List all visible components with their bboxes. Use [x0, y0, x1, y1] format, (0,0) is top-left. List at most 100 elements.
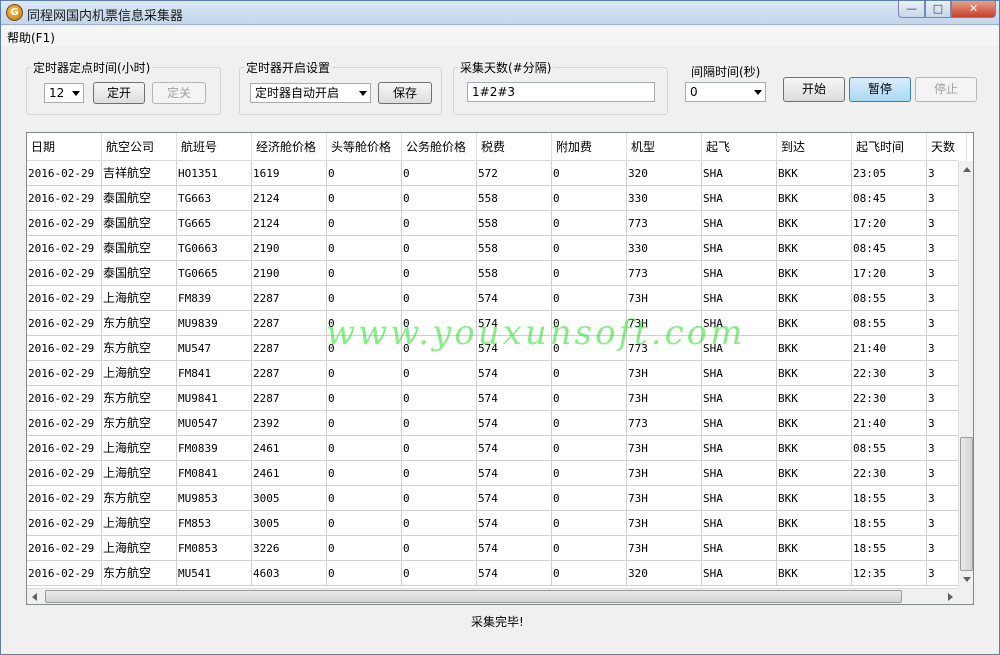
table-row[interactable]: 2016-02-29 上海航空 FM839 2287 0 0 574 0 73H SHA BKK 08…: [27, 286, 967, 311]
table-cell: 08:45: [852, 186, 927, 211]
table-cell: BKK: [777, 186, 852, 211]
column-header[interactable]: 到达: [777, 133, 852, 161]
table-row[interactable]: 2016-02-29 泰国航空 TG665 2124 0 0 558 0 773 SHA BKK 17…: [27, 211, 967, 236]
table-row[interactable]: 2016-02-29 上海航空 FM841 2287 0 0 574 0 73H SHA BKK 22…: [27, 361, 967, 386]
stop-button[interactable]: 停止: [915, 77, 977, 102]
table-row[interactable]: 2016-02-29 东方航空 MU0547 2392 0 0 574 0 773 SHA BKK 2…: [27, 411, 967, 436]
table-cell: 08:55: [852, 311, 927, 336]
table-cell: 574: [477, 436, 552, 461]
vertical-scrollbar[interactable]: [958, 161, 973, 588]
table-cell: SHA: [702, 211, 777, 236]
scroll-left-icon[interactable]: [32, 593, 37, 601]
table-cell: 0: [402, 361, 477, 386]
scroll-down-icon[interactable]: [963, 577, 971, 582]
save-button[interactable]: 保存: [378, 82, 432, 104]
column-header[interactable]: 公务舱价格: [402, 133, 477, 161]
table-cell: MU9841: [177, 386, 252, 411]
column-header[interactable]: 天数: [927, 133, 967, 161]
table-cell: SHA: [702, 386, 777, 411]
table-cell: 574: [477, 286, 552, 311]
table-cell: 3005: [252, 486, 327, 511]
interval-label: 间隔时间(秒): [691, 65, 761, 79]
horizontal-scrollbar[interactable]: [27, 588, 958, 604]
collect-days-group: 采集天数(#分隔) 1#2#3: [453, 59, 668, 115]
column-header[interactable]: 头等舱价格: [327, 133, 402, 161]
table-cell: 0: [327, 361, 402, 386]
table-cell: 0: [327, 161, 402, 186]
column-header[interactable]: 经济舱价格: [252, 133, 327, 161]
table-cell: BKK: [777, 361, 852, 386]
hour-select[interactable]: 12: [44, 83, 84, 103]
table-cell: 0: [327, 211, 402, 236]
scroll-up-icon[interactable]: [963, 167, 971, 172]
menu-help[interactable]: 帮助(F1): [7, 29, 55, 46]
table-cell: 2016-02-29: [27, 261, 102, 286]
timer-off-button[interactable]: 定关: [152, 82, 206, 104]
table-cell: 73H: [627, 436, 702, 461]
table-cell: BKK: [777, 286, 852, 311]
minimize-button[interactable]: —: [898, 1, 925, 18]
table-cell: 558: [477, 211, 552, 236]
column-header[interactable]: 起飞时间: [852, 133, 927, 161]
column-header[interactable]: 航空公司: [102, 133, 177, 161]
table-cell: 0: [402, 511, 477, 536]
table-cell: 320: [627, 561, 702, 586]
column-header[interactable]: 日期: [27, 133, 102, 161]
table-cell: 0: [552, 211, 627, 236]
table-cell: 2124: [252, 186, 327, 211]
maximize-button[interactable]: □: [925, 1, 951, 18]
table-cell: 泰国航空: [102, 236, 177, 261]
table-cell: 0: [552, 411, 627, 436]
timer-on-button[interactable]: 定开: [93, 82, 145, 104]
table-row[interactable]: 2016-02-29 上海航空 FM0841 2461 0 0 574 0 73H SHA BKK 2…: [27, 461, 967, 486]
collect-days-input[interactable]: 1#2#3: [467, 82, 655, 102]
status-text: 采集完毕!: [471, 615, 524, 629]
table-cell: TG665: [177, 211, 252, 236]
column-header[interactable]: 机型: [627, 133, 702, 161]
table-cell: 东方航空: [102, 561, 177, 586]
interval-select[interactable]: 0: [685, 82, 766, 102]
horizontal-scroll-thumb[interactable]: [45, 590, 902, 603]
scroll-right-icon[interactable]: [948, 593, 953, 601]
close-button[interactable]: ✕: [951, 1, 996, 18]
table-cell: 0: [552, 536, 627, 561]
timer-mode-select[interactable]: 定时器自动开启: [250, 83, 371, 103]
table-row[interactable]: 2016-02-29 吉祥航空 HO1351 1619 0 0 572 0 320 SHA BKK 2…: [27, 161, 967, 186]
table-row[interactable]: 2016-02-29 上海航空 FM0839 2461 0 0 574 0 73H SHA BKK 0…: [27, 436, 967, 461]
table-cell: 3005: [252, 511, 327, 536]
table-cell: 73H: [627, 461, 702, 486]
column-header[interactable]: 航班号: [177, 133, 252, 161]
column-header[interactable]: 税费: [477, 133, 552, 161]
table-cell: 0: [327, 261, 402, 286]
table-cell: 0: [402, 461, 477, 486]
table-cell: SHA: [702, 486, 777, 511]
table-row[interactable]: 2016-02-29 泰国航空 TG0663 2190 0 0 558 0 330 SHA BKK 0…: [27, 236, 967, 261]
table-cell: TG0663: [177, 236, 252, 261]
table-row[interactable]: 2016-02-29 东方航空 MU9841 2287 0 0 574 0 73H SHA BKK 2…: [27, 386, 967, 411]
table-row[interactable]: 2016-02-29 泰国航空 TG0665 2190 0 0 558 0 773 SHA BKK 1…: [27, 261, 967, 286]
column-header[interactable]: 附加费: [552, 133, 627, 161]
table-cell: 0: [402, 486, 477, 511]
flight-data-grid[interactable]: 日期 航空公司 航班号 经济舱价格 头等舱价格 公务舱价格 税费 附加费 机型 起飞 到达 起飞时间天…: [26, 132, 974, 605]
table-cell: 0: [402, 386, 477, 411]
table-row[interactable]: 2016-02-29 上海航空 FM0853 3226 0 0 574 0 73H SHA BKK 1…: [27, 536, 967, 561]
table-cell: 2016-02-29: [27, 211, 102, 236]
table-cell: 2016-02-29: [27, 286, 102, 311]
table-cell: 73H: [627, 486, 702, 511]
table-cell: 3226: [252, 536, 327, 561]
table-cell: 08:45: [852, 236, 927, 261]
table-cell: SHA: [702, 536, 777, 561]
table-cell: SHA: [702, 236, 777, 261]
table-cell: 0: [327, 486, 402, 511]
table-row[interactable]: 2016-02-29 泰国航空 TG663 2124 0 0 558 0 330 SHA BKK 08…: [27, 186, 967, 211]
start-button[interactable]: 开始: [783, 77, 845, 102]
table-row[interactable]: 2016-02-29 上海航空 FM853 3005 0 0 574 0 73H SHA BKK 18…: [27, 511, 967, 536]
pause-button[interactable]: 暂停: [849, 77, 911, 102]
table-row[interactable]: 2016-02-29 东方航空 MU9853 3005 0 0 574 0 73H SHA BKK 1…: [27, 486, 967, 511]
table-row[interactable]: 2016-02-29 东方航空 MU541 4603 0 0 574 0 320 SHA BKK 12…: [27, 561, 967, 586]
table-cell: 2287: [252, 361, 327, 386]
vertical-scroll-thumb[interactable]: [960, 437, 973, 571]
column-header[interactable]: 起飞: [702, 133, 777, 161]
table-cell: 0: [327, 286, 402, 311]
table-cell: 0: [327, 386, 402, 411]
